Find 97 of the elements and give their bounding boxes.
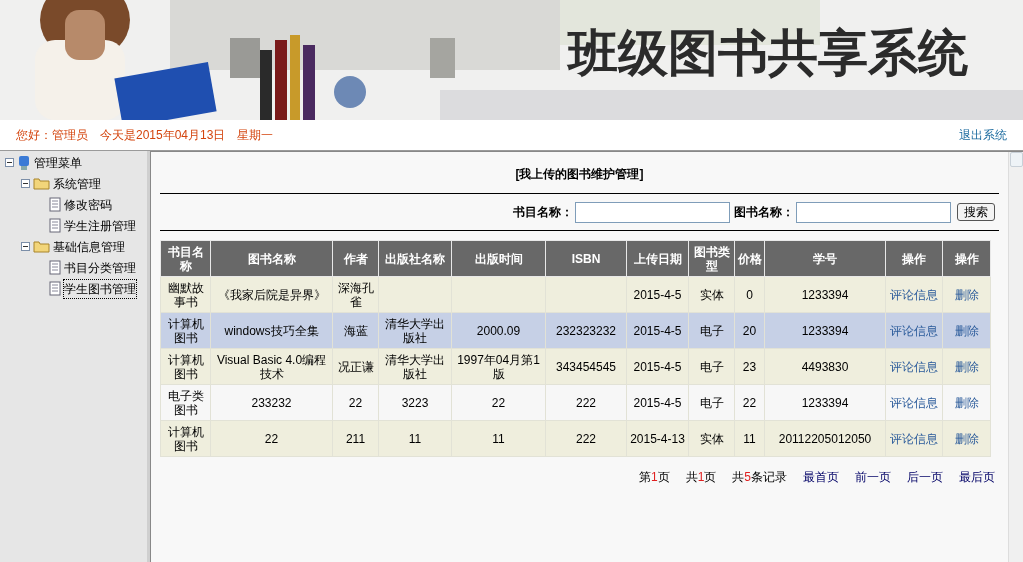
table-cell: 深海孔雀 bbox=[337, 280, 374, 309]
table-cell: 幽默故事书 bbox=[167, 280, 204, 309]
table-cell: 计算机图书 bbox=[167, 424, 204, 453]
column-header: 图书类型 bbox=[688, 240, 735, 277]
collapse-toggle[interactable] bbox=[21, 242, 30, 251]
search-field[interactable] bbox=[796, 201, 951, 223]
table-row[interactable]: 计算机图书 windows技巧全集 海蓝 清华大学出版社 2000.09 232323232 2015-4-5 电子 20 1233394 评论信息 删除 bbox=[160, 312, 991, 349]
column-header: 作者 bbox=[332, 240, 379, 277]
table-cell: 1233394 bbox=[801, 323, 849, 338]
table-cell: 23 bbox=[742, 359, 757, 374]
pager-link[interactable]: 最后页 bbox=[959, 468, 995, 486]
table-cell: 2015-4-5 bbox=[633, 287, 682, 302]
menu-item[interactable]: 修改密码 bbox=[64, 195, 112, 214]
menu-item[interactable]: 基础信息管理 bbox=[53, 237, 125, 256]
table-cell: 3223 bbox=[401, 395, 429, 410]
folder-icon bbox=[33, 177, 50, 190]
table-cell: 《我家后院是异界》 bbox=[217, 287, 326, 302]
document-icon bbox=[49, 218, 61, 233]
pager-link[interactable]: 前一页 bbox=[855, 468, 891, 486]
logout-link[interactable]: 退出系统 bbox=[959, 126, 1007, 144]
page-info: 共1页 bbox=[685, 469, 717, 486]
search-button[interactable]: 搜索 bbox=[957, 203, 995, 221]
table-cell: 22 bbox=[264, 431, 279, 446]
pager-link[interactable]: 最首页 bbox=[803, 468, 839, 486]
table-cell: 清华大学出版社 bbox=[385, 316, 445, 345]
table-cell: 电子 bbox=[699, 395, 724, 410]
column-header: 书目名称 bbox=[160, 240, 211, 277]
collapse-toggle[interactable] bbox=[5, 158, 14, 167]
column-header: 学号 bbox=[764, 240, 886, 277]
table-cell: 2015-4-5 bbox=[633, 323, 682, 338]
table-cell: 电子 bbox=[699, 323, 724, 338]
table-cell: 2015-4-5 bbox=[633, 395, 682, 410]
greeting-text: 您好：管理员 bbox=[16, 127, 88, 144]
table-cell: 海蓝 bbox=[343, 323, 368, 338]
table-cell: 11 bbox=[408, 431, 422, 446]
menu-item[interactable]: 学生注册管理 bbox=[64, 216, 136, 235]
menu-item[interactable]: 管理菜单 bbox=[34, 153, 82, 172]
table-cell: 计算机图书 bbox=[167, 352, 204, 381]
column-header: 图书名称 bbox=[210, 240, 333, 277]
table-cell: 计算机图书 bbox=[167, 316, 204, 345]
column-header: 操作 bbox=[942, 240, 991, 277]
table-cell: 1997年04月第1版 bbox=[457, 352, 540, 381]
table-cell: 11 bbox=[492, 431, 505, 446]
document-icon bbox=[49, 197, 61, 212]
column-header: 上传日期 bbox=[626, 240, 689, 277]
table-cell: 实体 bbox=[699, 287, 724, 302]
table-row[interactable]: 计算机图书 22 211 11 11 222 2015-4-13 实体 11 20112205012050 评论信息 删除 bbox=[160, 420, 991, 457]
page-info: 共5条记录 bbox=[732, 469, 787, 486]
table-cell: 况正谦 bbox=[337, 359, 374, 374]
table-cell: 电子 bbox=[699, 359, 724, 374]
table-cell: 11 bbox=[743, 431, 756, 446]
table-cell: 22 bbox=[742, 395, 757, 410]
banner-title: 班级图书共享系统 bbox=[568, 28, 968, 78]
table-cell: 22 bbox=[348, 395, 363, 410]
search-field[interactable] bbox=[575, 201, 730, 223]
table-cell: Visual Basic 4.0编程技术 bbox=[216, 352, 327, 381]
table-cell: 实体 bbox=[699, 431, 724, 446]
page-info: 第1页 bbox=[638, 469, 670, 486]
table-cell: 4493830 bbox=[801, 359, 849, 374]
column-header: 出版时间 bbox=[451, 240, 546, 277]
pager-link[interactable]: 后一页 bbox=[907, 468, 943, 486]
field-label: 图书名称： bbox=[734, 204, 794, 221]
column-header: 出版社名称 bbox=[378, 240, 452, 277]
collapse-toggle[interactable] bbox=[21, 179, 30, 188]
field-label: 书目名称： bbox=[513, 204, 573, 221]
menu-item[interactable]: 书目分类管理 bbox=[64, 258, 136, 277]
table-cell: 222 bbox=[576, 395, 596, 410]
document-icon bbox=[49, 260, 61, 275]
column-header: 价格 bbox=[734, 240, 765, 277]
computer-icon bbox=[17, 154, 31, 171]
menu-item[interactable]: 学生图书管理 bbox=[64, 279, 136, 298]
table-cell: 20112205012050 bbox=[778, 431, 872, 446]
column-header: 操作 bbox=[885, 240, 943, 277]
table-cell: 233232 bbox=[251, 395, 292, 410]
table-cell: 2015-4-5 bbox=[633, 359, 682, 374]
table-cell: 2000.09 bbox=[476, 323, 521, 338]
table-cell: 清华大学出版社 bbox=[385, 352, 445, 381]
folder-icon bbox=[33, 240, 50, 253]
page-title: [我上传的图书维护管理] bbox=[515, 166, 644, 183]
menu-item[interactable]: 系统管理 bbox=[53, 174, 101, 193]
table-cell: 1233394 bbox=[801, 287, 849, 302]
table-cell: 211 bbox=[345, 431, 366, 446]
date-text: 今天是2015年04月13日 bbox=[100, 127, 226, 144]
table-cell: 20 bbox=[742, 323, 757, 338]
table-cell: 2015-4-13 bbox=[630, 431, 685, 446]
table-cell: windows技巧全集 bbox=[224, 323, 319, 338]
table-cell: 0 bbox=[746, 287, 753, 302]
table-row[interactable]: 电子类图书 233232 22 3223 22 222 2015-4-5 电子 22 1233394 评论信息 删除 bbox=[160, 384, 991, 421]
weekday-text: 星期一 bbox=[237, 127, 274, 144]
document-icon bbox=[49, 281, 61, 296]
column-header: ISBN bbox=[545, 240, 627, 277]
table-cell: 343454545 bbox=[555, 359, 617, 374]
table-cell: 1233394 bbox=[801, 395, 849, 410]
table-cell: 232323232 bbox=[555, 323, 617, 338]
table-cell: 222 bbox=[576, 431, 596, 446]
table-cell: 电子类图书 bbox=[167, 388, 204, 417]
table-cell: 22 bbox=[491, 395, 506, 410]
